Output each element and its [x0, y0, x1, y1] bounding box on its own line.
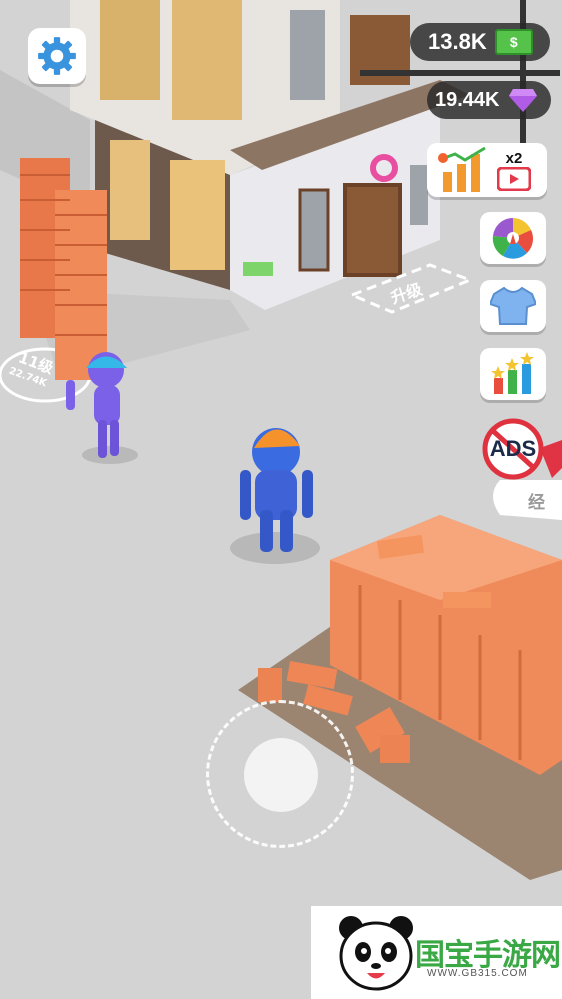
- cash-counter: 13.8K $: [410, 23, 550, 61]
- tshirt-icon: [490, 286, 536, 325]
- boost-multiplier: x2: [505, 149, 523, 167]
- cash-amount: 13.8K: [428, 29, 487, 54]
- gem-icon: [508, 89, 537, 112]
- gem-counter: 19.44K: [427, 81, 551, 119]
- outfit-button[interactable]: [480, 280, 546, 332]
- gem-amount: 19.44K: [435, 88, 500, 111]
- spin-wheel-icon: [492, 217, 533, 259]
- stats-bars-icon: [491, 352, 534, 394]
- watermark: 国宝手游网 WWW.GB315.COM: [311, 906, 562, 999]
- manager-tag: 经: [528, 493, 545, 513]
- no-ads-button[interactable]: ADS: [480, 418, 546, 480]
- joystick-icon[interactable]: [244, 738, 318, 812]
- income-boost-button[interactable]: x2: [427, 143, 547, 197]
- cash-icon: $: [494, 29, 533, 55]
- panda-logo-icon: [339, 916, 413, 991]
- chart-boost-icon: [438, 146, 486, 192]
- stats-button[interactable]: [480, 348, 546, 400]
- spin-wheel-button[interactable]: [480, 212, 546, 264]
- video-icon: [497, 166, 531, 191]
- gear-icon: [38, 37, 76, 75]
- watermark-url: WWW.GB315.COM: [427, 968, 528, 979]
- settings-button[interactable]: [28, 28, 86, 84]
- ads-label: ADS: [489, 436, 537, 461]
- virtual-joystick[interactable]: [206, 700, 354, 848]
